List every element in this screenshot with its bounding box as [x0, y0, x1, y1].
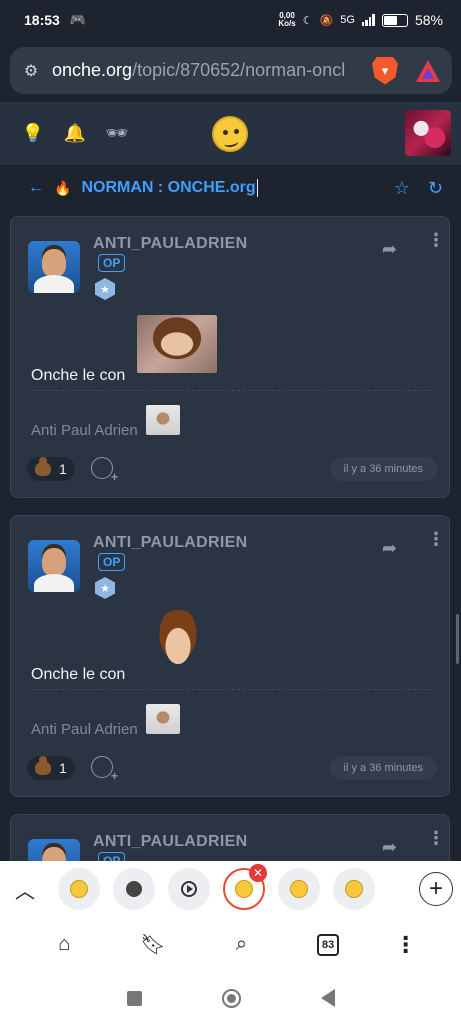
op-badge: OP [98, 254, 126, 272]
home-button-icon[interactable] [221, 988, 241, 1008]
divider [31, 390, 431, 391]
incognito-icon[interactable]: 🕶 [106, 123, 129, 145]
post-card: ANTI_PAULADRIEN OP ★ ➦ ⋮ Onche le con An… [10, 515, 450, 797]
more-options-icon[interactable]: ⋮ [427, 829, 445, 847]
lightbulb-icon[interactable]: 💡 [22, 123, 44, 145]
post-content: Onche le con [31, 666, 126, 683]
site-settings-icon[interactable]: ⚙ [20, 60, 42, 82]
op-badge: OP [98, 852, 126, 861]
browser-toolbar: ⚙ onche.org/topic/870652/norman-oncl ▾ [0, 40, 461, 102]
author-avatar[interactable] [28, 540, 80, 592]
tab-item[interactable] [278, 868, 320, 910]
onche-favicon-icon [290, 880, 308, 898]
system-nav-bar [0, 972, 461, 1024]
signature-image [146, 704, 180, 734]
topic-title[interactable]: NORMAN : ONCHE.org [81, 179, 258, 197]
mute-icon: 🔕 [319, 14, 334, 27]
home-icon[interactable]: ⌂ [51, 932, 77, 958]
divider [31, 689, 431, 690]
author-name[interactable]: ANTI_PAULADRIEN [93, 534, 247, 552]
add-reaction-icon[interactable] [91, 756, 118, 783]
chevron-up-icon[interactable]: ︿ [12, 875, 38, 904]
tab-item-active[interactable]: ✕ [223, 864, 267, 910]
onche-favicon-icon [70, 880, 88, 898]
back-icon[interactable] [320, 989, 335, 1007]
rank-badge-icon: ★ [95, 577, 115, 599]
topic-bar: ← 🔥 NORMAN : ONCHE.org ☆ ↻ [0, 166, 461, 210]
share-icon[interactable]: ➦ [382, 538, 397, 559]
author-avatar[interactable] [28, 839, 80, 861]
sticker-image [153, 610, 203, 670]
star-icon[interactable]: ☆ [394, 178, 410, 199]
new-tab-button[interactable]: + [419, 872, 453, 906]
share-icon[interactable]: ➦ [382, 837, 397, 858]
tab-item[interactable] [333, 868, 375, 910]
onche-favicon-icon [235, 880, 253, 898]
status-time: 18:53 [24, 12, 60, 28]
bell-icon[interactable]: 🔔 [64, 123, 86, 145]
globe-icon [126, 881, 142, 897]
reaction-count: 1 [59, 461, 67, 477]
battery-level: 58% [414, 12, 443, 28]
reaction-button[interactable]: 1 [27, 457, 75, 481]
network-speed: 0,00 Ko/s [278, 11, 296, 28]
op-badge: OP [98, 553, 126, 571]
add-reaction-icon[interactable] [91, 457, 118, 484]
tab-item[interactable] [58, 868, 100, 910]
brave-rewards-icon[interactable] [416, 59, 440, 82]
close-tab-icon[interactable]: ✕ [249, 864, 267, 882]
tab-item[interactable] [168, 868, 210, 910]
tab-counter-button[interactable]: 83 [317, 933, 340, 956]
site-logo-icon[interactable] [212, 116, 248, 152]
author-avatar[interactable] [28, 241, 80, 293]
post-time: il y a 36 minutes [329, 457, 437, 481]
brave-shields-icon[interactable]: ▾ [372, 56, 398, 85]
more-options-icon[interactable]: ⋮ [427, 530, 445, 548]
sticker-image [137, 315, 217, 373]
post-card: ANTI_PAULADRIEN OP ➦ ⋮ [10, 814, 450, 861]
url-text[interactable]: onche.org/topic/870652/norman-oncl [52, 60, 362, 81]
onche-favicon-icon [345, 880, 363, 898]
site-header: 💡 🔔 🕶 [0, 102, 461, 166]
author-name[interactable]: ANTI_PAULADRIEN [93, 235, 247, 253]
post-card: ANTI_PAULADRIEN OP ★ ➦ ⋮ Onche le con An… [10, 216, 450, 498]
post-time: il y a 36 minutes [329, 756, 437, 780]
status-right: 0,00 Ko/s ☾ 🔕 5G 58% [278, 11, 443, 29]
status-bar: 18:53 🎮 0,00 Ko/s ☾ 🔕 5G 58% [0, 0, 461, 40]
browser-bottom-nav: ⌂ 🔖︎ ⌕ 83 ⋮ [0, 917, 461, 972]
bookmark-icon[interactable]: 🔖︎ [140, 932, 166, 958]
post-content: Onche le con [31, 367, 126, 384]
poop-icon [35, 457, 51, 476]
play-icon [181, 881, 197, 897]
signal-icon [361, 14, 375, 26]
user-avatar[interactable] [405, 110, 451, 156]
author-name[interactable]: ANTI_PAULADRIEN [93, 833, 247, 851]
network-type: 5G [340, 14, 355, 26]
rank-badge-icon: ★ [95, 278, 115, 300]
reaction-button[interactable]: 1 [27, 756, 75, 780]
poop-icon [35, 756, 51, 775]
battery-icon [381, 13, 408, 27]
signature-image [146, 405, 180, 435]
share-icon[interactable]: ➦ [382, 239, 397, 260]
moon-icon: ☾ [302, 14, 313, 27]
menu-icon[interactable]: ⋮ [395, 932, 417, 958]
tab-strip: ︿ ✕ + [0, 861, 461, 917]
post-list[interactable]: ANTI_PAULADRIEN OP ★ ➦ ⋮ Onche le con An… [0, 210, 461, 861]
fire-icon: 🔥 [54, 179, 72, 196]
gamepad-icon: 🎮 [69, 12, 86, 27]
signature-text: Anti Paul Adrien [31, 422, 138, 439]
back-arrow-icon[interactable]: ← [28, 179, 44, 197]
address-bar[interactable]: ⚙ onche.org/topic/870652/norman-oncl ▾ [10, 47, 452, 94]
search-icon[interactable]: ⌕ [228, 932, 254, 958]
reaction-count: 1 [59, 760, 67, 776]
tab-item[interactable] [113, 868, 155, 910]
scrollbar-thumb[interactable] [456, 614, 459, 664]
more-options-icon[interactable]: ⋮ [427, 231, 445, 249]
signature-text: Anti Paul Adrien [31, 721, 138, 738]
refresh-icon[interactable]: ↻ [428, 178, 443, 199]
recents-icon[interactable] [126, 990, 142, 1006]
